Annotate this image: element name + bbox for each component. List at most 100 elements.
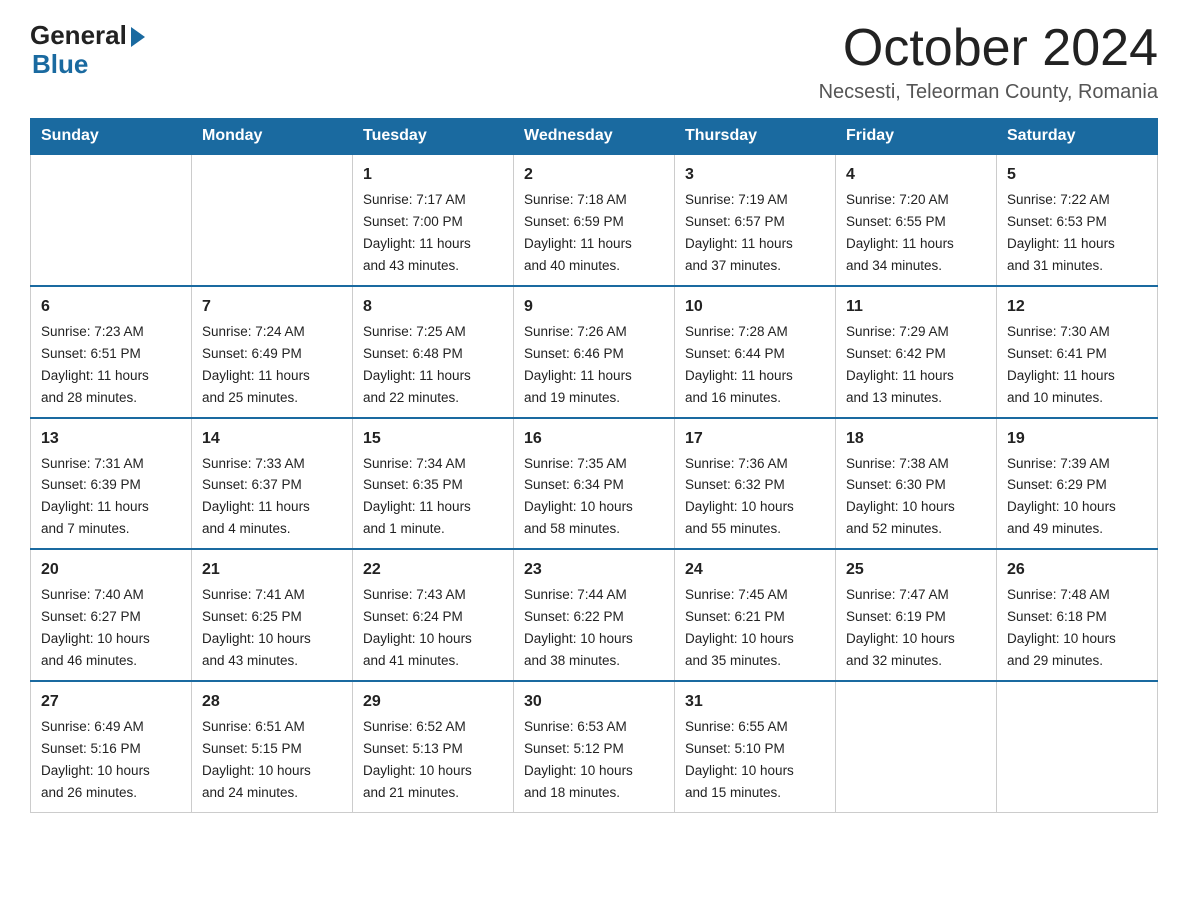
day-number: 10 [685, 295, 825, 319]
day-info: Sunrise: 7:43 AMSunset: 6:24 PMDaylight:… [363, 587, 472, 668]
day-info: Sunrise: 7:24 AMSunset: 6:49 PMDaylight:… [202, 324, 310, 405]
logo-blue-text: Blue [32, 49, 88, 79]
day-number: 2 [524, 163, 664, 187]
day-info: Sunrise: 7:36 AMSunset: 6:32 PMDaylight:… [685, 456, 794, 537]
day-number: 14 [202, 427, 342, 451]
calendar-cell: 14 Sunrise: 7:33 AMSunset: 6:37 PMDayligh… [192, 418, 353, 550]
day-info: Sunrise: 7:34 AMSunset: 6:35 PMDaylight:… [363, 456, 471, 537]
calendar-week-row: 1 Sunrise: 7:17 AMSunset: 7:00 PMDaylight… [31, 154, 1158, 286]
day-number: 22 [363, 558, 503, 582]
calendar-cell: 2 Sunrise: 7:18 AMSunset: 6:59 PMDaylight… [514, 154, 675, 286]
main-title: October 2024 [819, 20, 1158, 77]
calendar-week-row: 20 Sunrise: 7:40 AMSunset: 6:27 PMDayligh… [31, 549, 1158, 681]
day-number: 27 [41, 690, 181, 714]
day-info: Sunrise: 6:53 AMSunset: 5:12 PMDaylight:… [524, 719, 633, 800]
day-info: Sunrise: 7:25 AMSunset: 6:48 PMDaylight:… [363, 324, 471, 405]
day-info: Sunrise: 7:40 AMSunset: 6:27 PMDaylight:… [41, 587, 150, 668]
day-number: 9 [524, 295, 664, 319]
day-number: 16 [524, 427, 664, 451]
calendar-cell: 3Sunrise: 7:19 AMSunset: 6:57 PMDaylight… [675, 154, 836, 286]
day-info: Sunrise: 7:33 AMSunset: 6:37 PMDaylight:… [202, 456, 310, 537]
day-info: Sunrise: 6:52 AMSunset: 5:13 PMDaylight:… [363, 719, 472, 800]
calendar-cell: 22 Sunrise: 7:43 AMSunset: 6:24 PMDayligh… [353, 549, 514, 681]
day-number: 3 [685, 163, 825, 187]
logo-arrow-icon [131, 27, 145, 47]
calendar-day-header: Wednesday [514, 119, 675, 155]
calendar-cell: 18 Sunrise: 7:38 AMSunset: 6:30 PMDayligh… [836, 418, 997, 550]
day-number: 23 [524, 558, 664, 582]
calendar-cell: 30Sunrise: 6:53 AMSunset: 5:12 PMDayligh… [514, 681, 675, 812]
day-info: Sunrise: 7:41 AMSunset: 6:25 PMDaylight:… [202, 587, 311, 668]
day-number: 1 [363, 163, 503, 187]
day-number: 12 [1007, 295, 1147, 319]
calendar-day-header: Thursday [675, 119, 836, 155]
day-number: 24 [685, 558, 825, 582]
calendar-week-row: 6 Sunrise: 7:23 AMSunset: 6:51 PMDaylight… [31, 286, 1158, 418]
calendar-cell: 27 Sunrise: 6:49 AMSunset: 5:16 PMDayligh… [31, 681, 192, 812]
day-info: Sunrise: 7:44 AMSunset: 6:22 PMDaylight:… [524, 587, 633, 668]
calendar-table: SundayMondayTuesdayWednesdayThursdayFrid… [30, 118, 1158, 812]
day-info: Sunrise: 7:39 AMSunset: 6:29 PMDaylight:… [1007, 456, 1116, 537]
day-info: Sunrise: 7:30 AMSunset: 6:41 PMDaylight:… [1007, 324, 1115, 405]
calendar-cell: 29 Sunrise: 6:52 AMSunset: 5:13 PMDayligh… [353, 681, 514, 812]
calendar-day-header: Friday [836, 119, 997, 155]
calendar-cell: 6 Sunrise: 7:23 AMSunset: 6:51 PMDaylight… [31, 286, 192, 418]
day-number: 25 [846, 558, 986, 582]
calendar-cell [836, 681, 997, 812]
day-info: Sunrise: 6:49 AMSunset: 5:16 PMDaylight:… [41, 719, 150, 800]
day-info: Sunrise: 7:17 AMSunset: 7:00 PMDaylight:… [363, 192, 471, 273]
calendar-cell: 23 Sunrise: 7:44 AMSunset: 6:22 PMDayligh… [514, 549, 675, 681]
day-info: Sunrise: 7:23 AMSunset: 6:51 PMDaylight:… [41, 324, 149, 405]
day-info: Sunrise: 7:48 AMSunset: 6:18 PMDaylight:… [1007, 587, 1116, 668]
day-number: 28 [202, 690, 342, 714]
day-info: Sunrise: 7:31 AMSunset: 6:39 PMDaylight:… [41, 456, 149, 537]
day-number: 6 [41, 295, 181, 319]
calendar-day-header: Monday [192, 119, 353, 155]
calendar-week-row: 27 Sunrise: 6:49 AMSunset: 5:16 PMDayligh… [31, 681, 1158, 812]
page-header: General Blue October 2024 Necsesti, Tele… [30, 20, 1158, 104]
day-info: Sunrise: 7:38 AMSunset: 6:30 PMDaylight:… [846, 456, 955, 537]
day-number: 21 [202, 558, 342, 582]
calendar-cell: 16Sunrise: 7:35 AMSunset: 6:34 PMDayligh… [514, 418, 675, 550]
calendar-cell: 10 Sunrise: 7:28 AMSunset: 6:44 PMDayligh… [675, 286, 836, 418]
calendar-cell: 17 Sunrise: 7:36 AMSunset: 6:32 PMDayligh… [675, 418, 836, 550]
day-info: Sunrise: 7:28 AMSunset: 6:44 PMDaylight:… [685, 324, 793, 405]
calendar-day-header: Tuesday [353, 119, 514, 155]
calendar-header-row: SundayMondayTuesdayWednesdayThursdayFrid… [31, 119, 1158, 155]
day-info: Sunrise: 7:18 AMSunset: 6:59 PMDaylight:… [524, 192, 632, 273]
calendar-cell: 26 Sunrise: 7:48 AMSunset: 6:18 PMDayligh… [997, 549, 1158, 681]
day-info: Sunrise: 7:47 AMSunset: 6:19 PMDaylight:… [846, 587, 955, 668]
logo-general-text: General [30, 20, 127, 51]
calendar-cell: 12 Sunrise: 7:30 AMSunset: 6:41 PMDayligh… [997, 286, 1158, 418]
day-number: 15 [363, 427, 503, 451]
calendar-cell: 19Sunrise: 7:39 AMSunset: 6:29 PMDayligh… [997, 418, 1158, 550]
calendar-cell: 24Sunrise: 7:45 AMSunset: 6:21 PMDayligh… [675, 549, 836, 681]
day-number: 18 [846, 427, 986, 451]
calendar-cell: 9 Sunrise: 7:26 AMSunset: 6:46 PMDaylight… [514, 286, 675, 418]
day-number: 20 [41, 558, 181, 582]
day-info: Sunrise: 7:29 AMSunset: 6:42 PMDaylight:… [846, 324, 954, 405]
day-number: 31 [685, 690, 825, 714]
calendar-cell: 1 Sunrise: 7:17 AMSunset: 7:00 PMDaylight… [353, 154, 514, 286]
day-number: 5 [1007, 163, 1147, 187]
subtitle: Necsesti, Teleorman County, Romania [819, 81, 1158, 104]
day-number: 13 [41, 427, 181, 451]
day-info: Sunrise: 6:51 AMSunset: 5:15 PMDaylight:… [202, 719, 311, 800]
day-number: 17 [685, 427, 825, 451]
calendar-day-header: Saturday [997, 119, 1158, 155]
day-info: Sunrise: 7:20 AMSunset: 6:55 PMDaylight:… [846, 192, 954, 273]
day-number: 29 [363, 690, 503, 714]
calendar-cell [31, 154, 192, 286]
day-number: 7 [202, 295, 342, 319]
calendar-cell: 11 Sunrise: 7:29 AMSunset: 6:42 PMDayligh… [836, 286, 997, 418]
calendar-cell: 15 Sunrise: 7:34 AMSunset: 6:35 PMDayligh… [353, 418, 514, 550]
day-number: 8 [363, 295, 503, 319]
day-info: Sunrise: 7:26 AMSunset: 6:46 PMDaylight:… [524, 324, 632, 405]
calendar-cell: 28 Sunrise: 6:51 AMSunset: 5:15 PMDayligh… [192, 681, 353, 812]
day-number: 4 [846, 163, 986, 187]
calendar-day-header: Sunday [31, 119, 192, 155]
day-number: 11 [846, 295, 986, 319]
calendar-cell: 13 Sunrise: 7:31 AMSunset: 6:39 PMDayligh… [31, 418, 192, 550]
title-block: October 2024 Necsesti, Teleorman County,… [819, 20, 1158, 104]
day-number: 26 [1007, 558, 1147, 582]
